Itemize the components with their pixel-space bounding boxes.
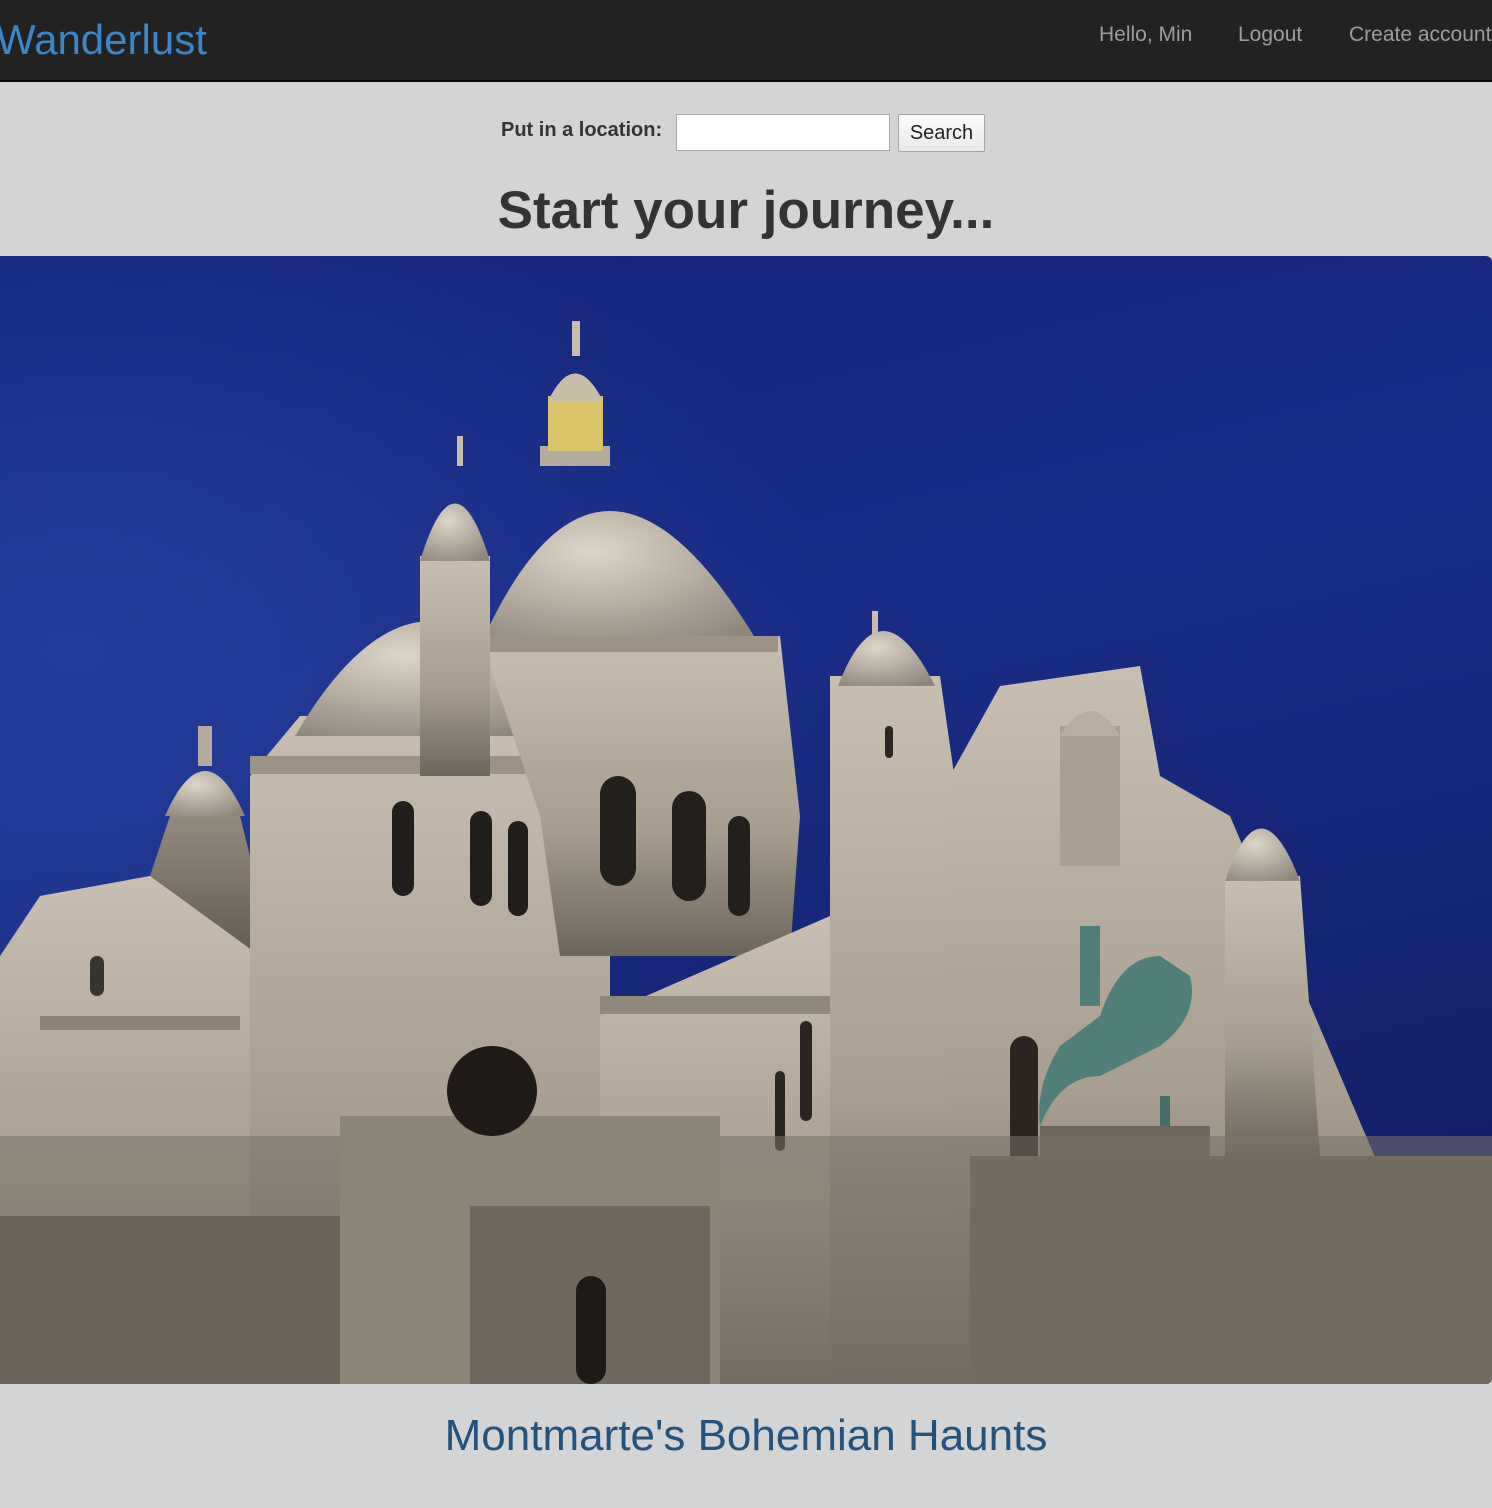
basilica-illustration [0,256,1492,1384]
create-account-link[interactable]: Create account [1349,21,1491,49]
search-button[interactable]: Search [898,114,985,152]
location-input[interactable] [676,114,890,151]
logout-link[interactable]: Logout [1238,21,1302,49]
tour-title-link[interactable]: Montmarte's Bohemian Haunts [0,1408,1492,1464]
hero-image[interactable] [0,256,1492,1384]
nav-greeting-link[interactable]: Hello, Min [1099,21,1192,49]
page-heading: Start your journey... [497,181,995,240]
brand-link[interactable]: Wanderlust [0,14,207,66]
navbar: Wanderlust Hello, Min Logout Create acco… [0,0,1492,82]
location-search-form: Put in a location: Search [0,112,1492,154]
location-label: Put in a location: [501,119,663,141]
